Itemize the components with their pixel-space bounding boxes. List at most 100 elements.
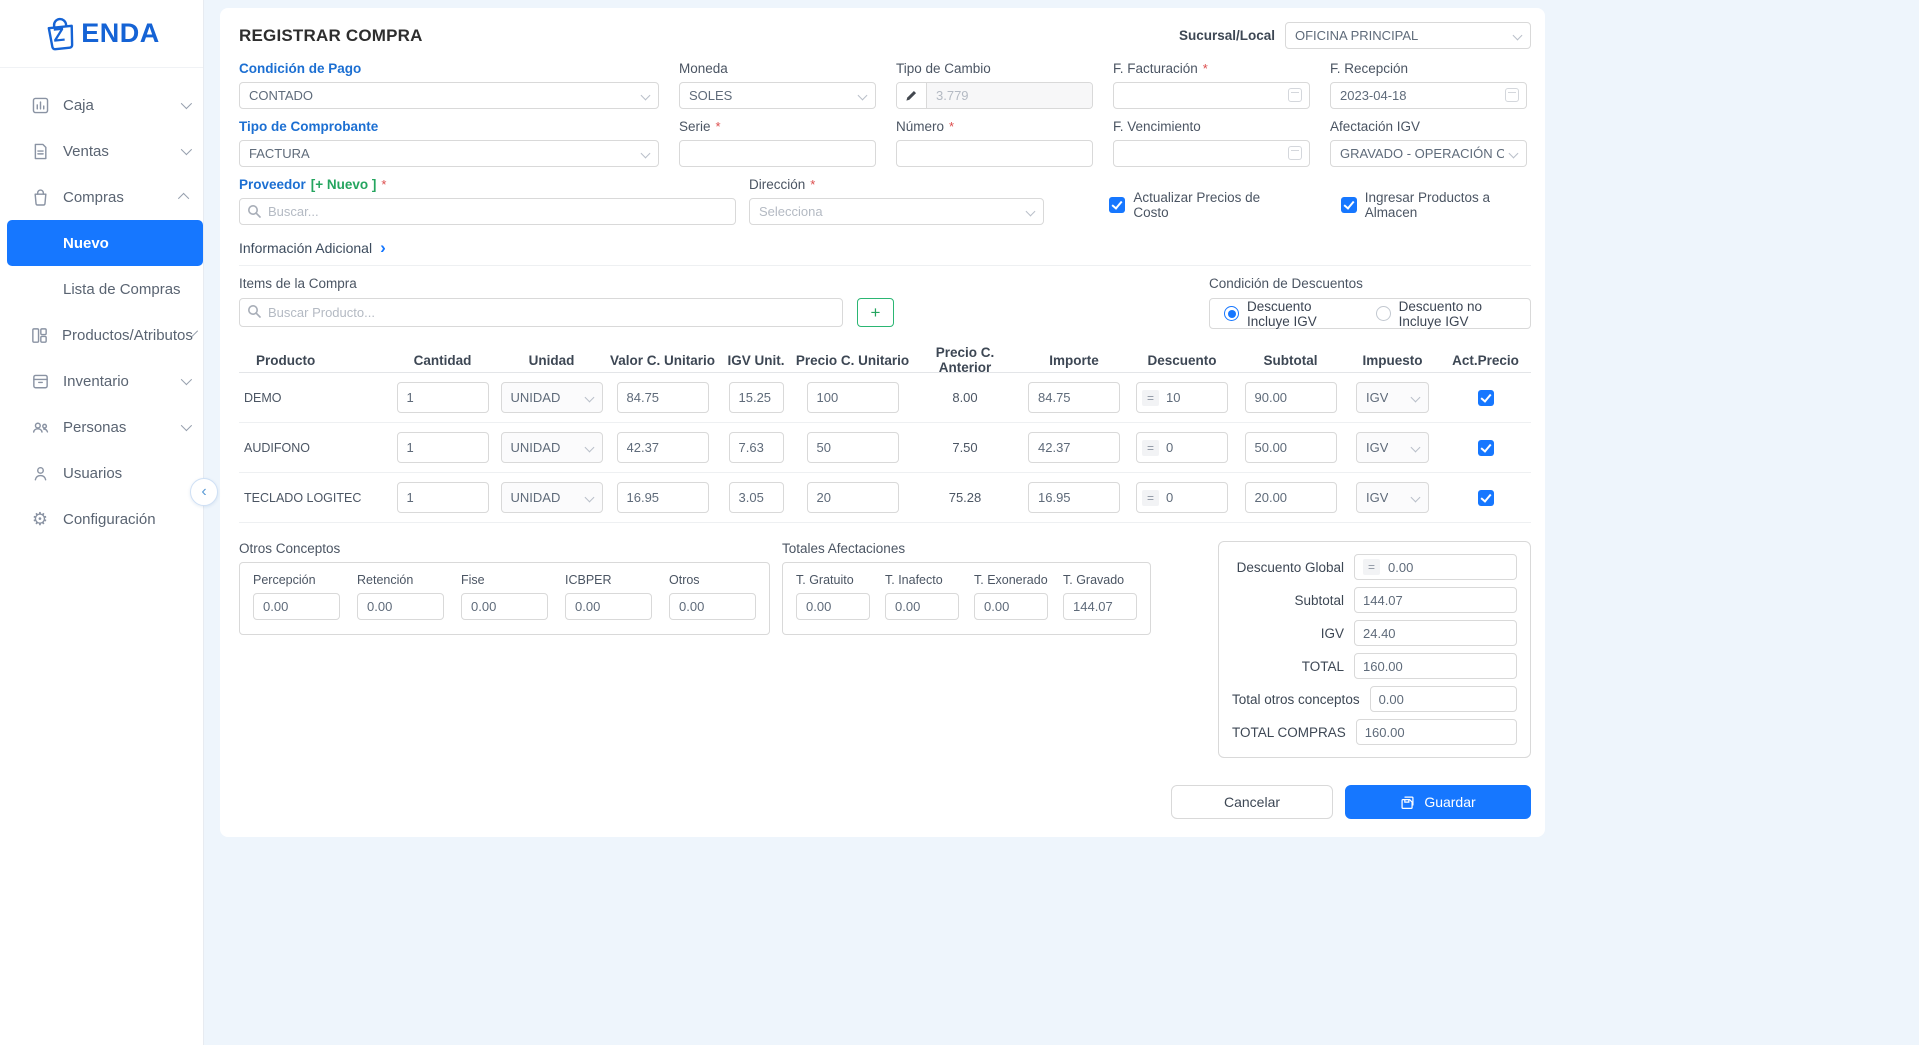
otros-input[interactable]: [669, 593, 756, 620]
impuesto-select[interactable]: IGV: [1356, 482, 1429, 513]
col-impuesto: Impuesto: [1345, 353, 1440, 368]
t-gratuito-input[interactable]: [796, 593, 870, 620]
unidad-select[interactable]: UNIDAD: [501, 482, 603, 513]
sidebar-item-ventas[interactable]: Ventas: [0, 128, 203, 174]
valor-unitario-input[interactable]: [617, 432, 709, 463]
sidebar-item-configuracion[interactable]: ⚙ Configuración: [0, 496, 203, 542]
brand-logo[interactable]: Z ENDA: [0, 0, 203, 68]
igv-unit-input[interactable]: [729, 382, 784, 413]
serie-input[interactable]: [679, 140, 876, 167]
sidebar-item-productos-atributos[interactable]: Productos/Atributos: [0, 312, 203, 358]
numero-input[interactable]: [896, 140, 1093, 167]
descuento-incluye-igv-radio[interactable]: Descuento Incluye IGV: [1224, 299, 1350, 329]
impuesto-select[interactable]: IGV: [1356, 432, 1429, 463]
totales-afectaciones-title: Totales Afectaciones: [782, 541, 1151, 556]
chevron-down-icon: [1026, 207, 1036, 217]
tipo-cambio-value: 3.779: [927, 83, 1092, 108]
f-recepcion-input[interactable]: [1330, 82, 1527, 109]
totales-afectaciones-section: Totales Afectaciones T. Gratuito T. Inaf…: [782, 541, 1151, 635]
total-otros-conceptos-value: 0.00: [1370, 686, 1517, 712]
descuento-input[interactable]: =10: [1136, 382, 1228, 413]
tipo-comprobante-select[interactable]: FACTURA: [239, 140, 659, 167]
sidebar-item-personas[interactable]: Personas: [0, 404, 203, 450]
sidebar-item-usuarios[interactable]: Usuarios: [0, 450, 203, 496]
sucursal-select[interactable]: OFICINA PRINCIPAL: [1285, 22, 1531, 49]
importe-input[interactable]: [1028, 432, 1120, 463]
informacion-adicional-toggle[interactable]: Información Adicional ›: [239, 239, 1531, 256]
sidebar-collapse-button[interactable]: ‹: [190, 478, 218, 506]
fise-input[interactable]: [461, 593, 548, 620]
required-mark: *: [1203, 61, 1208, 76]
equals-icon[interactable]: =: [1142, 390, 1159, 406]
subtotal-input[interactable]: [1245, 432, 1337, 463]
precio-unitario-input[interactable]: [807, 432, 899, 463]
precio-unitario-input[interactable]: [807, 482, 899, 513]
cantidad-input[interactable]: [397, 432, 489, 463]
valor-unitario-input[interactable]: [617, 382, 709, 413]
equals-icon[interactable]: =: [1142, 440, 1159, 456]
product-name: DEMO: [239, 391, 390, 405]
equals-icon[interactable]: =: [1363, 559, 1380, 575]
checkbox-checked-icon: [1109, 197, 1125, 213]
sidebar-item-inventario[interactable]: Inventario: [0, 358, 203, 404]
proveedor-nuevo-link[interactable]: [+ Nuevo ]: [311, 177, 377, 192]
sidebar-subitem-lista-de-compras[interactable]: Lista de Compras: [0, 266, 203, 312]
subtotal-input[interactable]: [1245, 482, 1337, 513]
moneda-select[interactable]: SOLES: [679, 82, 876, 109]
cantidad-input[interactable]: [397, 382, 489, 413]
product-search-input[interactable]: [239, 298, 843, 327]
shopping-bag-icon: [30, 187, 50, 207]
afectacion-igv-select[interactable]: GRAVADO - OPERACIÓN ONER...: [1330, 140, 1527, 167]
unidad-select[interactable]: UNIDAD: [501, 432, 603, 463]
total-value: 160.00: [1354, 653, 1517, 679]
items-title: Items de la Compra: [239, 276, 894, 291]
descuento-input[interactable]: =0: [1136, 432, 1228, 463]
condicion-pago-label: Condición de Pago: [239, 61, 659, 76]
icbper-input[interactable]: [565, 593, 652, 620]
items-table: Producto Cantidad Unidad Valor C. Unitar…: [239, 345, 1531, 523]
retencion-input[interactable]: [357, 593, 444, 620]
descuento-global-input[interactable]: = 0.00: [1354, 554, 1517, 580]
t-inafecto-input[interactable]: [885, 593, 959, 620]
divider: [239, 265, 1531, 266]
ingresar-almacen-checkbox[interactable]: Ingresar Productos a Almacen: [1341, 190, 1531, 220]
cancel-button[interactable]: Cancelar: [1171, 785, 1333, 819]
equals-icon[interactable]: =: [1142, 490, 1159, 506]
percepcion-input[interactable]: [253, 593, 340, 620]
sidebar-item-compras[interactable]: Compras: [0, 174, 203, 220]
col-importe: Importe: [1020, 353, 1128, 368]
igv-unit-input[interactable]: [729, 482, 784, 513]
f-facturacion-input[interactable]: [1113, 82, 1310, 109]
edit-rate-button[interactable]: [897, 83, 927, 108]
importe-input[interactable]: [1028, 382, 1120, 413]
valor-unitario-input[interactable]: [617, 482, 709, 513]
importe-input[interactable]: [1028, 482, 1120, 513]
proveedor-search-input[interactable]: [239, 198, 736, 225]
required-mark: *: [381, 177, 386, 192]
save-button[interactable]: Guardar: [1345, 785, 1531, 819]
f-vencimiento-input[interactable]: [1113, 140, 1310, 167]
t-exonerado-input[interactable]: [974, 593, 1048, 620]
actualizar-precios-checkbox[interactable]: Actualizar Precios de Costo: [1109, 190, 1285, 220]
igv-unit-input[interactable]: [729, 432, 784, 463]
precio-unitario-input[interactable]: [807, 382, 899, 413]
subtotal-input[interactable]: [1245, 382, 1337, 413]
impuesto-select[interactable]: IGV: [1356, 382, 1429, 413]
col-producto: Producto: [239, 353, 390, 368]
table-row: AUDIFONO UNIDAD 7.50 =0 IGV: [239, 423, 1531, 473]
cantidad-input[interactable]: [397, 482, 489, 513]
descuento-no-incluye-igv-radio[interactable]: Descuento no Incluye IGV: [1376, 299, 1516, 329]
condicion-pago-select[interactable]: CONTADO: [239, 82, 659, 109]
unidad-select[interactable]: UNIDAD: [501, 382, 603, 413]
t-gravado-input[interactable]: [1063, 593, 1137, 620]
direccion-select[interactable]: Selecciona: [749, 198, 1044, 225]
act-precio-checkbox[interactable]: [1478, 490, 1494, 506]
sidebar: Z ENDA Caja Ventas Compras Nuevo Lista d…: [0, 0, 204, 1045]
gear-icon: ⚙: [30, 509, 50, 529]
descuento-input[interactable]: =0: [1136, 482, 1228, 513]
sidebar-subitem-nuevo[interactable]: Nuevo: [7, 220, 203, 266]
act-precio-checkbox[interactable]: [1478, 390, 1494, 406]
act-precio-checkbox[interactable]: [1478, 440, 1494, 456]
sidebar-item-caja[interactable]: Caja: [0, 82, 203, 128]
add-item-button[interactable]: +: [857, 298, 894, 327]
